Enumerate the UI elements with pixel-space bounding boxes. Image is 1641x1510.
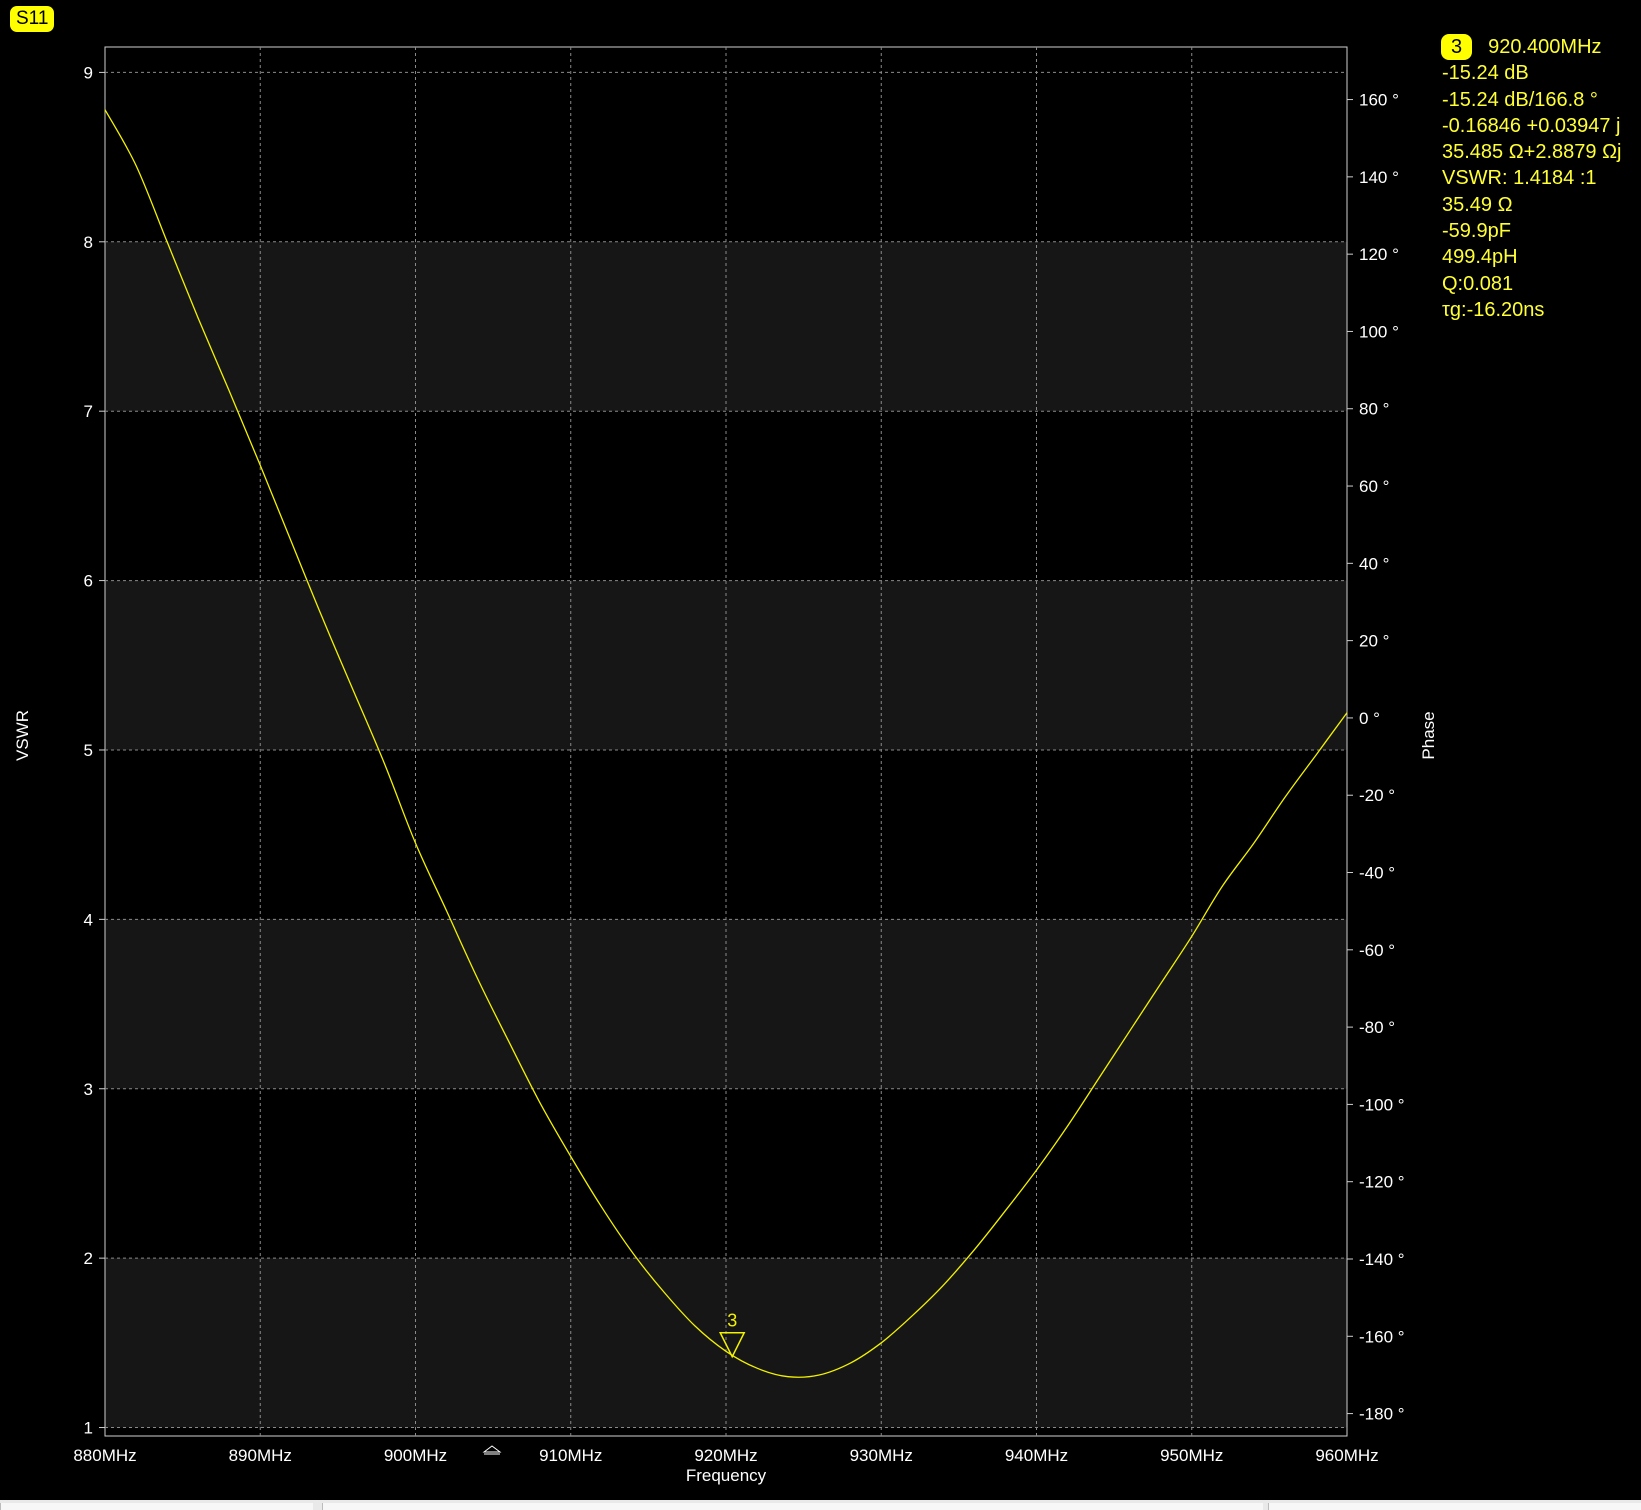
readout-complex: -0.16846 +0.03947 j <box>1442 114 1621 137</box>
y2-tick-label: 80 ° <box>1359 400 1389 419</box>
status-bar <box>0 1500 1641 1510</box>
x-tick-label: 880MHz <box>73 1446 136 1465</box>
zoom-handle-icon <box>482 1445 502 1455</box>
y-tick-label: 9 <box>84 63 93 82</box>
x-tick-label: 950MHz <box>1160 1446 1223 1465</box>
x-tick-label: 930MHz <box>850 1446 913 1465</box>
marker-badge[interactable]: 3 <box>1441 34 1473 61</box>
x-tick-label: 920MHz <box>694 1446 757 1465</box>
status-segment <box>1268 1503 1641 1510</box>
y2-tick-label: -120 ° <box>1359 1173 1405 1192</box>
marker-frequency: 920.400MHz <box>1488 36 1602 58</box>
x-tick-label: 900MHz <box>384 1446 447 1465</box>
vswr-chart: 880MHz 890MHz 900MHz 910MHz 920MHz 930MHz 940M… <box>13 46 1438 1485</box>
y-tick-label: 1 <box>84 1419 93 1438</box>
y2-tick-label: -40 ° <box>1359 864 1395 883</box>
status-segment <box>0 1503 313 1510</box>
marker-readout-panel: 3 920.400MHz -15.24 dB -15.24 dB/166.8 °… <box>1441 34 1638 323</box>
status-segment <box>322 1503 1263 1510</box>
y-tick-label: 6 <box>84 572 93 591</box>
y2-tick-label: -180 ° <box>1359 1405 1405 1424</box>
readout-log-mag-phase: -15.24 dB/166.8 ° <box>1442 88 1598 111</box>
x-tick-label: 890MHz <box>229 1446 292 1465</box>
y2-tick-label: 140 ° <box>1359 168 1399 187</box>
y2-tick-label: 120 ° <box>1359 245 1399 264</box>
y-tick-label: 3 <box>84 1080 93 1099</box>
y2-tick-label: 100 ° <box>1359 322 1399 341</box>
marker-label: 3 <box>727 1311 737 1331</box>
y2-tick-label: -160 ° <box>1359 1327 1405 1346</box>
readout-resistance: 35.49 Ω <box>1442 193 1513 216</box>
y2-axis-title: Phase <box>1419 711 1438 759</box>
readout-inductance: 499.4pH <box>1442 246 1518 269</box>
readout-impedance: 35.485 Ω+2.8879 Ωj <box>1442 141 1622 164</box>
y2-tick-label: -140 ° <box>1359 1250 1405 1269</box>
y2-tick-label: 160 ° <box>1359 91 1399 110</box>
readout-group-delay: τg:-16.20ns <box>1442 298 1545 321</box>
y2-tick-label: 60 ° <box>1359 477 1389 496</box>
y2-tick-label: 0 ° <box>1359 709 1380 728</box>
y2-tick-label: -20 ° <box>1359 786 1395 805</box>
x-tick-label: 960MHz <box>1315 1446 1378 1465</box>
x-tick-label: 940MHz <box>1005 1446 1068 1465</box>
x-tick-label: 910MHz <box>539 1446 602 1465</box>
y2-tick-label: 20 ° <box>1359 632 1389 651</box>
y-tick-label: 8 <box>84 233 93 252</box>
y2-tick-label: -60 ° <box>1359 941 1395 960</box>
readout-capacitance: -59.9pF <box>1442 220 1511 243</box>
y-tick-label: 2 <box>84 1249 93 1268</box>
y2-tick-label: -100 ° <box>1359 1095 1405 1114</box>
y2-tick-label: -80 ° <box>1359 1018 1395 1037</box>
y-tick-label: 5 <box>84 741 93 760</box>
y2-tick-label: 40 ° <box>1359 554 1389 573</box>
readout-q: Q:0.081 <box>1442 272 1514 295</box>
y-axis-title: VSWR <box>13 710 32 761</box>
y-tick-label: 4 <box>84 910 93 929</box>
x-axis-title: Frequency <box>686 1466 767 1485</box>
y-tick-label: 7 <box>84 402 93 421</box>
readout-log-mag: -15.24 dB <box>1442 62 1529 85</box>
readout-vswr: VSWR: 1.4184 :1 <box>1442 167 1597 190</box>
